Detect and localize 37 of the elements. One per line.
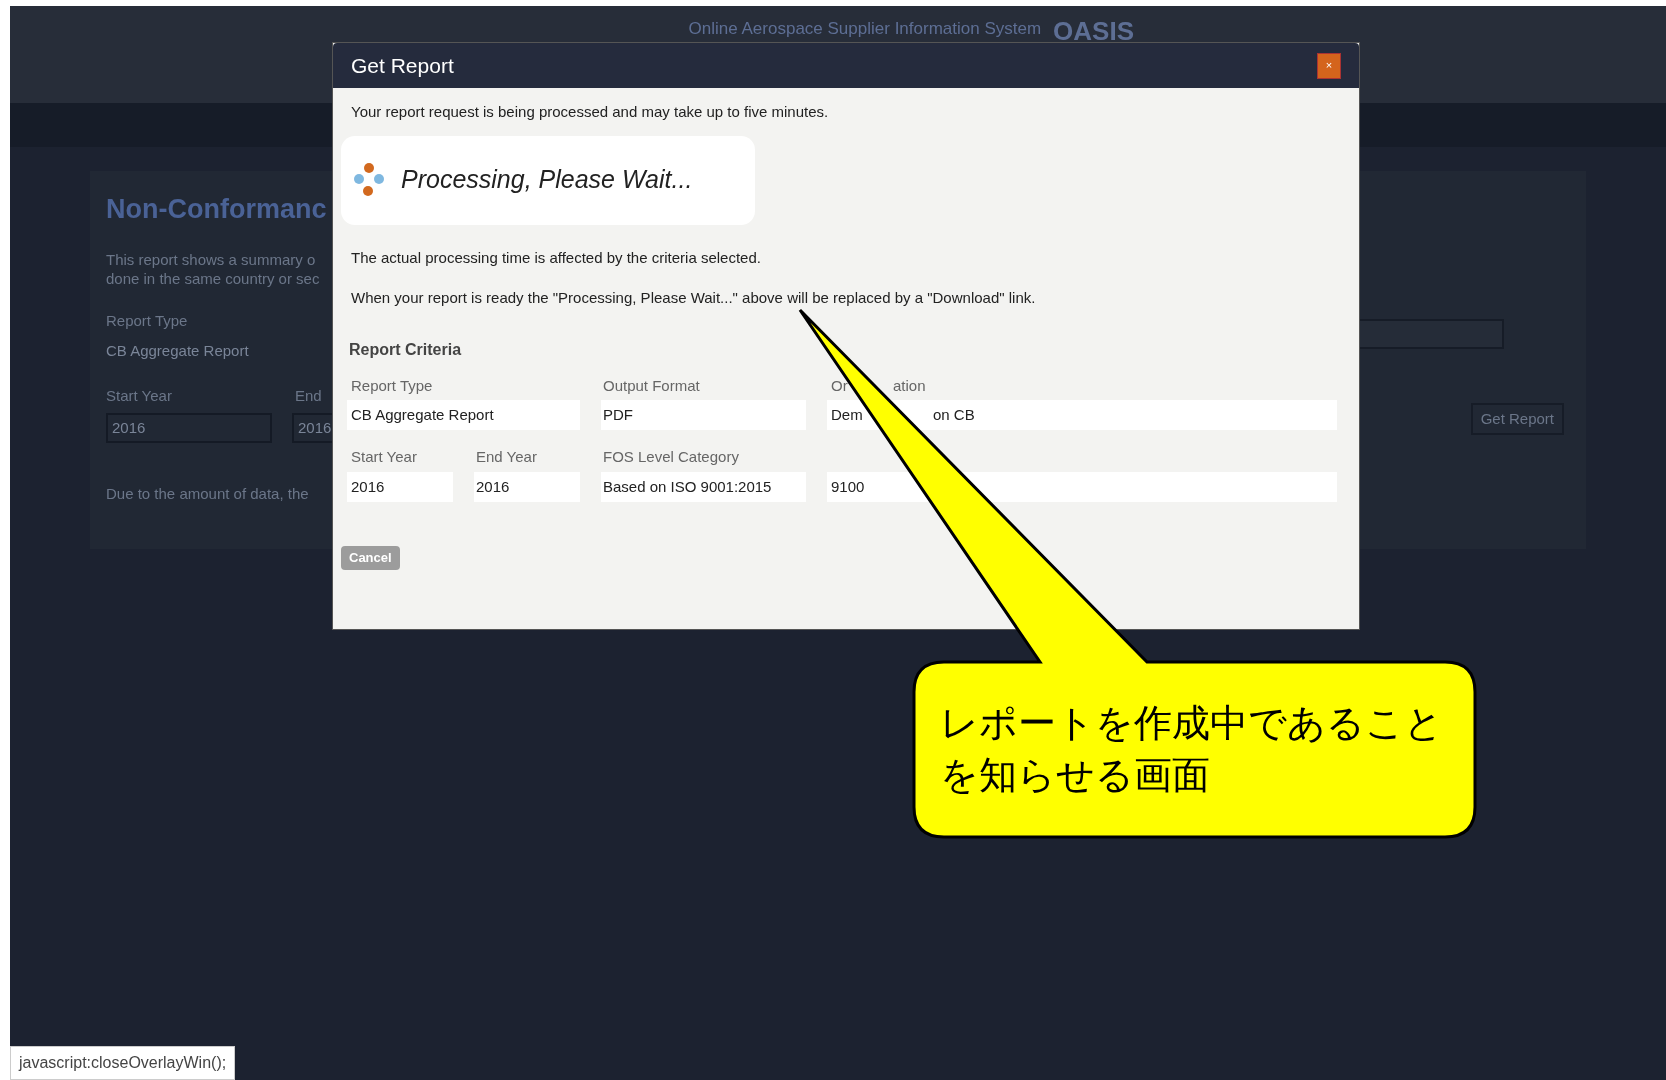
- info-text: When your report is ready the "Processing, Please Wait..." above will be replaced by a "Download" link.: [350, 288, 1037, 308]
- field-label: Report Type: [106, 310, 188, 331]
- field-label: End Year: [475, 447, 538, 467]
- close-button[interactable]: ×: [1317, 52, 1341, 79]
- field-label: Start Year: [106, 385, 173, 406]
- processing-text: Processing, Please Wait...: [401, 164, 693, 196]
- output-format-field: PDF: [601, 400, 806, 430]
- description-text: This report shows a summary o: [106, 249, 316, 269]
- fos-level-field: Based on ISO 9001:2015: [601, 471, 806, 502]
- callout-text: レポートを作成中であることを知らせる画面: [940, 701, 1444, 798]
- section-heading: Report Criteria: [348, 339, 463, 360]
- field-label: Or: [831, 376, 848, 394]
- field-label: FOS Level Category: [602, 447, 740, 467]
- page-heading: Non-Conformanc: [106, 193, 327, 226]
- field-label: Start Year: [350, 447, 418, 467]
- status-text: Your report request is being processed and may take up to five minutes.: [350, 102, 830, 122]
- spinner-icon: [353, 162, 385, 198]
- dialog-title: Get Report: [351, 52, 454, 79]
- report-type-field: CB Aggregate Report: [347, 400, 580, 430]
- get-report-button[interactable]: Get Report: [1470, 403, 1564, 435]
- field-value: on CB: [933, 405, 975, 425]
- brand-name: OASIS: [1053, 15, 1134, 48]
- field-label: Output Format: [602, 375, 701, 396]
- field-label: End: [295, 385, 322, 406]
- start-year-field: 2016: [347, 471, 453, 502]
- site-title: Online Aerospace Supplier Information System: [688, 18, 1042, 40]
- report-type-field[interactable]: CB Aggregate Report: [106, 340, 249, 363]
- cancel-button[interactable]: Cancel: [341, 545, 400, 570]
- end-year-field: 2016: [474, 471, 580, 502]
- description-text: done in the same country or sec: [106, 268, 320, 288]
- field-value: Dem: [831, 406, 863, 423]
- info-text: The actual processing time is affected by the criteria selected.: [350, 247, 762, 268]
- start-year-select[interactable]: 2016: [106, 413, 272, 443]
- status-bar-url: javascript:closeOverlayWin();: [10, 1046, 236, 1080]
- field-label: Report Type: [350, 375, 434, 396]
- field-label: ation: [893, 375, 926, 396]
- note-text: Due to the amount of data, the: [106, 484, 309, 504]
